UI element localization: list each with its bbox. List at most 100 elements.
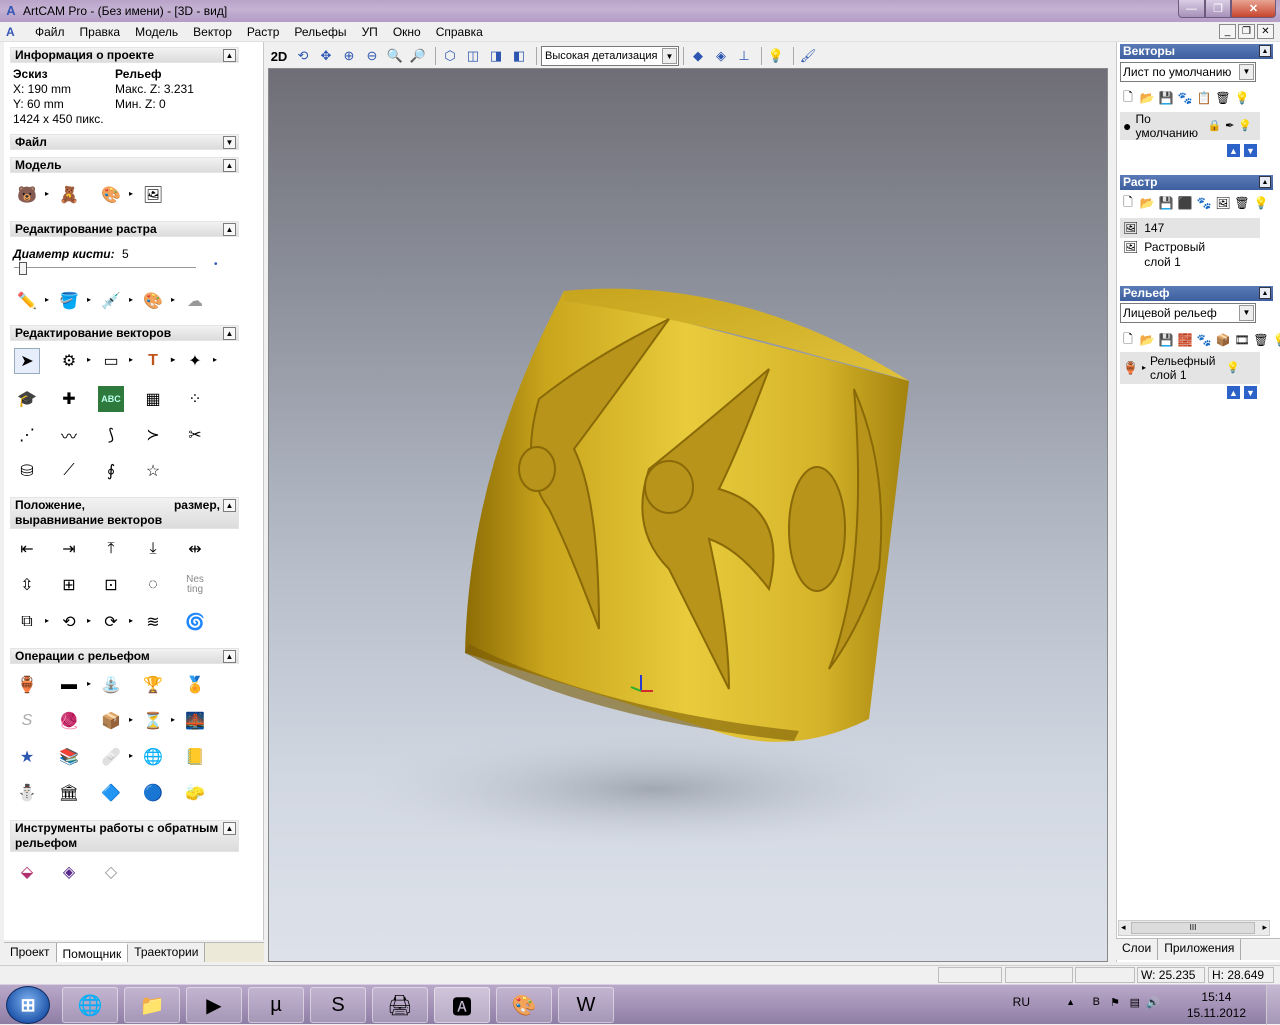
- tray-network-icon[interactable]: ▤: [1130, 996, 1140, 1009]
- new-raster-icon[interactable]: 🗋: [1120, 195, 1136, 211]
- vector-layer-row[interactable]: ● По умолчанию 🔒 ✒ 💡: [1120, 112, 1260, 140]
- raster-header[interactable]: Растр ▲: [1120, 175, 1273, 190]
- vector-chevron-icon[interactable]: ≻: [140, 422, 166, 448]
- scroll-left-icon[interactable]: ◂: [1121, 922, 1126, 933]
- save-relief-icon[interactable]: 💾: [1158, 332, 1174, 348]
- collapse-arrow-icon[interactable]: ▲: [223, 822, 236, 835]
- word-icon[interactable]: W: [558, 987, 614, 1023]
- tray-volume-icon[interactable]: 🔊: [1146, 996, 1160, 1009]
- media-icon[interactable]: ▶: [186, 987, 242, 1023]
- scroll-thumb[interactable]: III: [1131, 922, 1255, 934]
- edit-pen-icon[interactable]: ✒: [1225, 119, 1234, 133]
- chevron-down-icon[interactable]: ▼: [1239, 64, 1254, 80]
- vector-text-block-icon[interactable]: ABC: [98, 386, 124, 412]
- mdi-close-button[interactable]: ✕: [1257, 24, 1274, 39]
- document-icon[interactable]: A: [6, 25, 22, 39]
- brush-slider-thumb[interactable]: [19, 262, 28, 275]
- collapse-arrow-icon[interactable]: ▲: [223, 223, 236, 236]
- model-header[interactable]: Модель ▲: [10, 157, 239, 173]
- shape-editor-icon[interactable]: 🏺: [14, 672, 40, 698]
- align-top-icon[interactable]: ⤒: [98, 536, 124, 562]
- plate-icon[interactable]: 🔷: [98, 780, 124, 806]
- vector-curve-icon[interactable]: ⟆: [98, 422, 124, 448]
- model-view-icon[interactable]: 🧸: [56, 182, 82, 208]
- close-button[interactable]: ✕: [1231, 0, 1276, 18]
- axes-icon[interactable]: ⊥: [734, 46, 754, 66]
- vector-line-icon[interactable]: ⟋: [56, 458, 82, 484]
- explorer-icon[interactable]: 📁: [124, 987, 180, 1023]
- raster-merge-icon[interactable]: 🐾: [1196, 195, 1212, 211]
- menu-model[interactable]: Модель: [128, 25, 186, 39]
- fill-icon[interactable]: 🪣: [56, 288, 91, 314]
- material-icon[interactable]: ◆: [688, 46, 708, 66]
- 3d-viewport[interactable]: [268, 68, 1108, 962]
- vector-bezier-icon[interactable]: ∮: [98, 458, 124, 484]
- detail-level-select[interactable]: Высокая детализация ▼: [541, 46, 679, 66]
- circle-array-icon[interactable]: ◌: [140, 572, 166, 598]
- raster-image-icon[interactable]: 🖼: [1215, 195, 1231, 211]
- tab-project[interactable]: Проект: [4, 943, 57, 962]
- clock[interactable]: 15:14 15.11.2012: [1187, 989, 1246, 1021]
- menu-window[interactable]: Окно: [386, 25, 429, 39]
- select-arrow-icon[interactable]: ➤: [14, 348, 40, 374]
- collapse-arrow-icon[interactable]: ▲: [223, 499, 236, 512]
- tray-app-icon[interactable]: B: [1093, 996, 1100, 1008]
- zoom-window-icon[interactable]: 🔎: [408, 46, 428, 66]
- reverse-relief-header[interactable]: Инструменты работы с обратным рельефом ▲: [10, 820, 239, 852]
- reverse-relief-b-icon[interactable]: ◈: [56, 859, 82, 885]
- align-left-icon[interactable]: ⇤: [14, 536, 40, 562]
- paint-pencil-icon[interactable]: ✏️: [14, 288, 49, 314]
- light-bulb-icon[interactable]: 💡: [766, 46, 786, 66]
- open-raster-icon[interactable]: 📂: [1139, 195, 1155, 211]
- align-center-icon[interactable]: ⊞: [56, 572, 82, 598]
- relief-layers-icon[interactable]: 🧱: [1177, 332, 1193, 348]
- menu-toolpaths[interactable]: УП: [355, 25, 386, 39]
- relief-stack-icon[interactable]: 📦: [1215, 332, 1231, 348]
- texture-icon[interactable]: 📦: [98, 708, 133, 734]
- sphere-icon[interactable]: 🔵: [140, 780, 166, 806]
- raster-count-row[interactable]: 🖼 147: [1120, 218, 1260, 238]
- vector-nodes-icon[interactable]: ⁘: [182, 386, 208, 412]
- lock-icon[interactable]: 🔒: [1207, 119, 1221, 133]
- zoom-fit-icon[interactable]: 🔍: [385, 46, 405, 66]
- clean-icon[interactable]: 🧽: [182, 780, 208, 806]
- relief-move-up-icon[interactable]: ▲: [1227, 386, 1240, 399]
- rotate-copy-icon[interactable]: ⟲: [56, 609, 91, 635]
- relief-move-down-icon[interactable]: ▼: [1244, 386, 1257, 399]
- zoom-out-icon[interactable]: ⊖: [362, 46, 382, 66]
- mdi-restore-button[interactable]: ❐: [1238, 24, 1255, 39]
- relief-ops-header[interactable]: Операции с рельефом ▲: [10, 648, 239, 664]
- raster-layer-row[interactable]: 🖼 Растровый слой 1: [1120, 240, 1260, 270]
- right-panel-hscroll[interactable]: ◂ III ▸: [1118, 920, 1270, 936]
- relief-merge-icon[interactable]: 🐾: [1196, 332, 1212, 348]
- expand-arrow-icon[interactable]: ▸: [1142, 361, 1146, 375]
- align-bottom-icon[interactable]: ⤓: [140, 536, 166, 562]
- mdi-minimize-button[interactable]: _: [1219, 24, 1236, 39]
- file-header[interactable]: Файл ▼: [10, 134, 239, 150]
- vector-wave-icon[interactable]: 〰: [56, 422, 82, 448]
- collapse-arrow-icon[interactable]: ▲: [223, 159, 236, 172]
- menu-file[interactable]: Файл: [28, 25, 73, 39]
- vector-tool-b-icon[interactable]: ✚: [56, 386, 82, 412]
- tab-toolpaths[interactable]: Траектории: [128, 943, 206, 962]
- align-vectors-header[interactable]: Положение, размер, выравнивание векторов…: [10, 497, 239, 529]
- vector-tool-a-icon[interactable]: 🎓: [14, 386, 40, 412]
- collapse-arrow-icon[interactable]: ▲: [223, 327, 236, 340]
- raster-fill-icon[interactable]: ⬛: [1177, 195, 1193, 211]
- tab-layers[interactable]: Слои: [1116, 939, 1159, 960]
- maximize-button[interactable]: ❐: [1205, 0, 1231, 18]
- tab-applications[interactable]: Приложения: [1158, 939, 1242, 960]
- text-icon[interactable]: T: [140, 348, 175, 374]
- angled-plane-icon[interactable]: 🌉: [182, 708, 208, 734]
- spiral-icon[interactable]: 🌀: [182, 609, 208, 635]
- relief-star-icon[interactable]: ★: [14, 744, 40, 770]
- vector-edit-header[interactable]: Редактирование векторов ▲: [10, 325, 239, 341]
- relief-visibility-bulb-icon[interactable]: 💡: [1226, 361, 1240, 375]
- relief-film-icon[interactable]: 🎞: [1234, 332, 1250, 348]
- chevron-down-icon[interactable]: ▼: [1239, 305, 1254, 321]
- tray-expand-icon[interactable]: ▲: [1066, 997, 1075, 1007]
- start-button[interactable]: ⊞: [6, 986, 50, 1024]
- snowman-icon[interactable]: ⛄: [14, 780, 40, 806]
- collapse-arrow-icon[interactable]: ▲: [1259, 45, 1271, 57]
- open-layer-icon[interactable]: 📂: [1139, 90, 1155, 106]
